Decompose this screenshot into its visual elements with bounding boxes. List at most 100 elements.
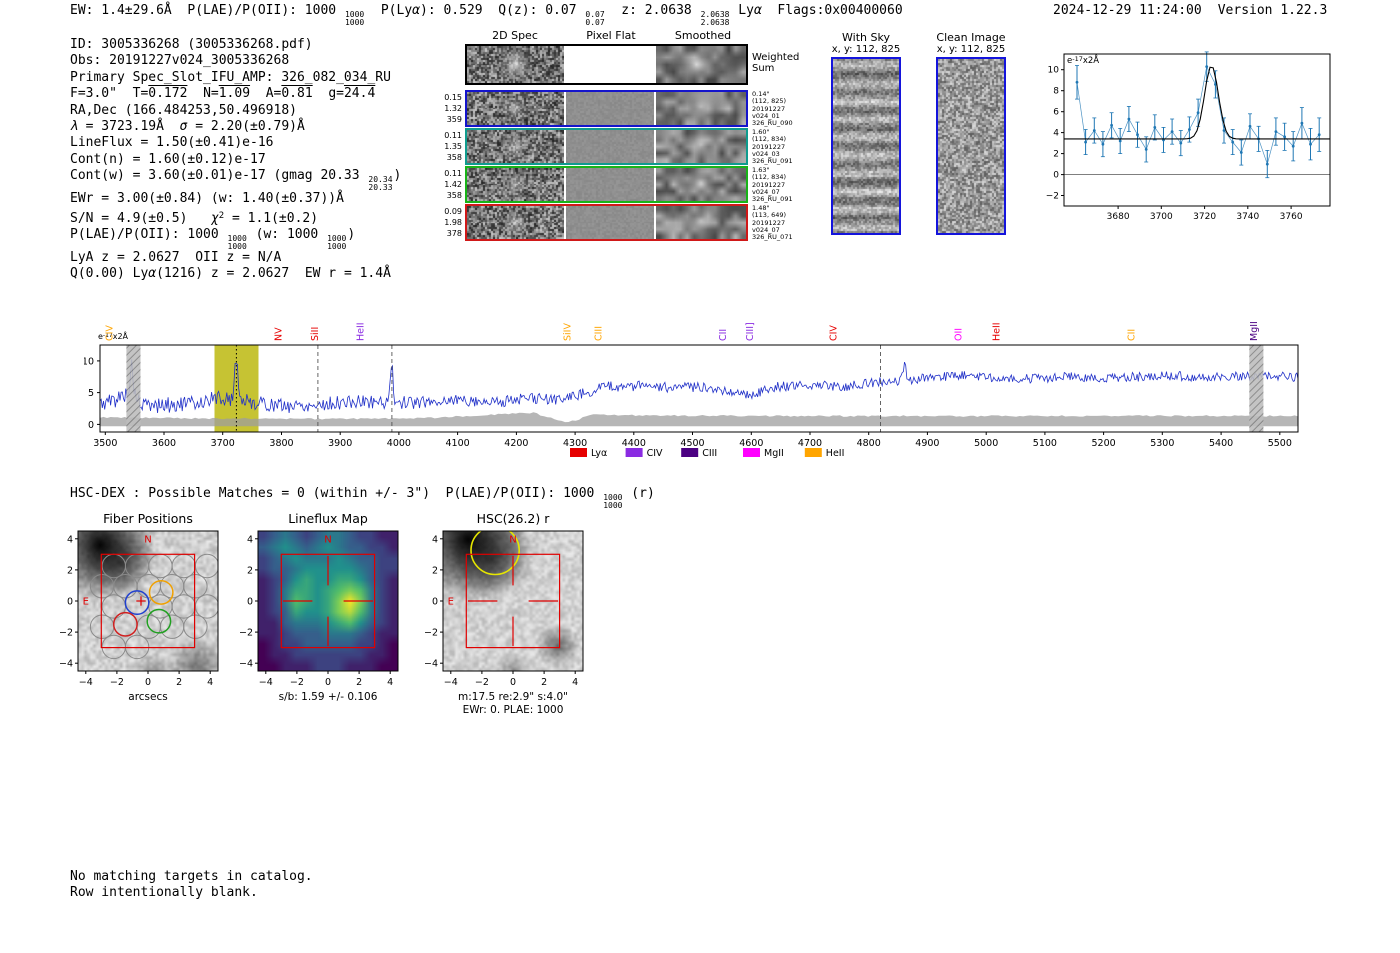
svg-text:4: 4 [207,677,213,688]
svg-text:2: 2 [432,565,438,576]
svg-text:−2: −2 [290,677,304,688]
withsky-coords: x, y: 112, 825 [824,44,908,55]
withsky-image [833,59,899,233]
svg-text:5: 5 [88,388,94,399]
svg-text:−2: −2 [424,628,438,639]
svg-text:−2: −2 [239,628,253,639]
svg-text:0: 0 [145,677,151,688]
spec2d-row-strip [465,90,748,127]
spec2d-row-annotations: 0.14"(112, 825)20191227v024_01326_RU_090 [752,91,822,127]
hsc-overlay: NE−4−4−2−2002244m:17.5 re:2.9" s:4.0"EWr… [403,519,603,729]
svg-text:arcsecs: arcsecs [128,691,167,703]
info-line: RA,Dec (166.484253,50.496918) [70,103,401,119]
svg-text:8: 8 [1053,87,1059,97]
spec2d-pixelflat-image [566,206,654,239]
svg-text:CIV: CIV [828,325,839,341]
svg-text:4500: 4500 [680,438,704,449]
svg-text:s/b: 1.59 +/- 0.106: s/b: 1.59 +/- 0.106 [279,691,378,703]
svg-text:2: 2 [67,565,73,576]
svg-text:−4: −4 [79,677,93,688]
svg-text:−2: −2 [475,677,489,688]
spec2d-weighted-strip [465,44,748,85]
svg-text:3500: 3500 [93,438,117,449]
svg-text:−4: −4 [424,659,438,670]
svg-text:N: N [144,535,151,546]
svg-text:NV: NV [274,327,285,341]
spec2d-row-strip [465,204,748,241]
svg-text:4: 4 [432,534,438,545]
svg-text:−2: −2 [59,628,73,639]
spec2d-2d-image [467,130,564,163]
svg-text:4900: 4900 [915,438,939,449]
svg-text:5400: 5400 [1209,438,1233,449]
info-line: F=3.0" T=0.172 N=1.09 A=0.81 g=24.4 [70,86,401,102]
info-line: EWr = 3.00(±0.84) (w: 1.40(±0.37))Å [70,191,401,207]
cleanimage-coords: x, y: 112, 825 [929,44,1013,55]
info-line: λ = 3723.19Å σ = 2.20(±0.79)Å [70,119,401,135]
spec2d-smoothed-image [656,206,746,239]
svg-text:4: 4 [572,677,578,688]
spec2d-row-scale-labels: 0.151.32359 [430,92,462,125]
svg-text:4600: 4600 [739,438,763,449]
svg-text:5300: 5300 [1150,438,1174,449]
spec2d-pixelflat-image [566,92,654,125]
svg-text:HeII: HeII [992,322,1003,341]
svg-text:4100: 4100 [446,438,470,449]
svg-text:e-17x2Å: e-17x2Å [1067,54,1099,66]
svg-text:0: 0 [88,420,94,431]
svg-text:4: 4 [67,534,73,545]
svg-text:2: 2 [176,677,182,688]
svg-text:4: 4 [1053,129,1059,139]
svg-text:5500: 5500 [1268,438,1292,449]
svg-text:5100: 5100 [1033,438,1057,449]
spec2d-row-annotations: 1.63"(112, 834)20191227v024_07326_RU_091 [752,167,822,203]
svg-text:3600: 3600 [152,438,176,449]
info-line: LyA z = 2.0627 OII z = N/A [70,250,401,266]
svg-text:4800: 4800 [857,438,881,449]
svg-text:4: 4 [387,677,393,688]
svg-text:5200: 5200 [1092,438,1116,449]
spec2d-smoothed-image [656,168,746,201]
svg-text:−2: −2 [1046,192,1059,202]
svg-text:2: 2 [247,565,253,576]
svg-text:m:17.5 re:2.9" s:4.0": m:17.5 re:2.9" s:4.0" [458,691,568,703]
version-label: Version 1.22.3 [1218,3,1328,18]
spec2d-smoothed-image [656,92,746,125]
svg-text:HeII: HeII [826,448,845,459]
spec2d-row-strip [465,128,748,165]
info-line: Q(0.00) Lyα(1216) z = 2.0627 EW r = 1.4Å [70,266,401,282]
svg-text:2: 2 [356,677,362,688]
svg-text:3700: 3700 [211,438,235,449]
svg-text:4300: 4300 [563,438,587,449]
svg-text:0: 0 [1053,171,1059,181]
svg-text:CII: CII [1127,329,1138,341]
svg-text:3900: 3900 [328,438,352,449]
svg-text:3800: 3800 [269,438,293,449]
svg-text:10: 10 [84,356,94,367]
cleanimage-frame [936,57,1006,235]
info-line: ID: 3005336268 (3005336268.pdf) [70,37,401,53]
hsc-match-line: HSC-DEX : Possible Matches = 0 (within +… [70,486,655,509]
svg-text:EWr: 0. PLAE: 1000: EWr: 0. PLAE: 1000 [463,704,564,716]
cleanimage-title: Clean Image [929,31,1013,44]
svg-text:HeII: HeII [356,322,367,341]
info-line: LineFlux = 1.50(±0.41)e-16 [70,135,401,151]
spec2d-smoothed-image [656,130,746,163]
withsky-title: With Sky [824,31,908,44]
svg-text:10: 10 [1048,66,1060,76]
svg-text:4000: 4000 [387,438,411,449]
elixer-report-page: EW: 1.4±29.6Å P(LAE)/P(OII): 1000 100010… [0,0,1400,953]
timestamp: 2024-12-29 11:24:00 [1053,3,1202,18]
svg-text:5000: 5000 [974,438,998,449]
svg-text:3760: 3760 [1280,212,1303,222]
svg-text:3700: 3700 [1150,212,1173,222]
timestamp-version: 2024-12-29 11:24:00 Version 1.22.3 [1053,3,1327,19]
svg-text:0: 0 [510,677,516,688]
detection-info-block: ID: 3005336268 (3005336268.pdf)Obs: 2019… [70,37,401,283]
cleanimage-image [938,59,1004,233]
spec2d-pixelflat-image [566,130,654,163]
spec2d-header-pixelflat: Pixel Flat [567,29,655,42]
svg-text:3740: 3740 [1236,212,1259,222]
weighted-sum-label: Weighted Sum [752,52,799,74]
weighted-smoothed-image [656,46,746,83]
